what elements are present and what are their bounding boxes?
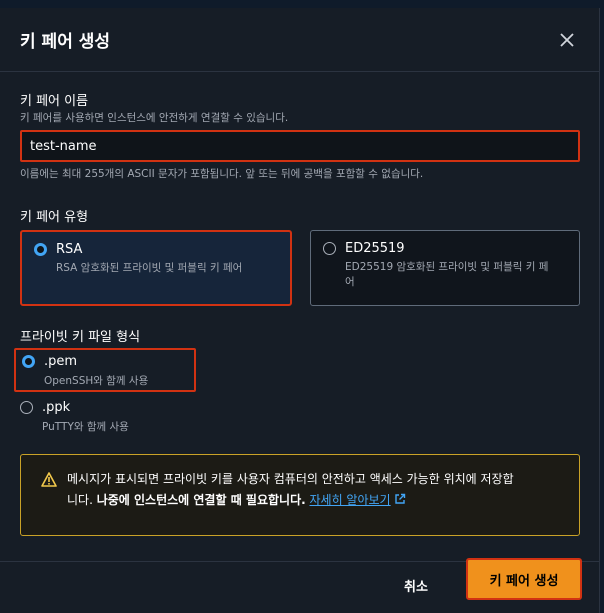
key-type-label: 키 페어 유형 (20, 210, 89, 225)
learn-more-link[interactable]: 자세히 알아보기 (310, 493, 391, 507)
name-description: 키 페어를 사용하면 인스턴스에 안전하게 연결할 수 있습니다. (20, 112, 289, 124)
rsa-title: RSA (56, 242, 83, 257)
ed25519-description: ED25519 암호화된 프라이빗 및 퍼블릭 키 페어 (345, 261, 549, 289)
cancel-button[interactable]: 취소 (404, 576, 428, 595)
warning-text-bold: 나중에 인스턴스에 연결할 때 필요합니다. (96, 493, 306, 507)
create-key-pair-button[interactable]: 키 페어 생성 (466, 558, 582, 600)
key-type-option-rsa[interactable]: RSA RSA 암호화된 프라이빗 및 퍼블릭 키 페어 (20, 230, 292, 306)
rsa-description: RSA 암호화된 프라이빗 및 퍼블릭 키 페어 (56, 262, 243, 274)
pem-title: .pem (44, 354, 78, 369)
file-format-option-pem[interactable]: .pem OpenSSH와 함께 사용 (14, 348, 196, 392)
ppk-title: .ppk (42, 400, 71, 415)
warning-text-prefix: 니다. (67, 493, 97, 507)
create-key-pair-dialog: 키 페어 생성 키 페어 이름 키 페어를 사용하면 인스턴스에 안전하게 연결… (0, 8, 600, 613)
warning-text: 메시지가 표시되면 프라이빗 키를 사용자 컴퓨터의 안전하고 액세스 가능한 … (67, 469, 514, 535)
file-format-label: 프라이빗 키 파일 형식 (20, 330, 141, 345)
name-label: 키 페어 이름 (20, 94, 89, 109)
name-hint: 이름에는 최대 255개의 ASCII 문자가 포함됩니다. 앞 또는 뒤에 공… (20, 168, 424, 180)
warning-alert: 메시지가 표시되면 프라이빗 키를 사용자 컴퓨터의 안전하고 액세스 가능한 … (20, 454, 580, 536)
warning-text-line1: 메시지가 표시되면 프라이빗 키를 사용자 컴퓨터의 안전하고 액세스 가능한 … (67, 472, 514, 486)
file-format-option-ppk[interactable]: .ppk PuTTY와 함께 사용 (20, 400, 220, 440)
warning-icon (41, 472, 57, 535)
radio-ppk[interactable] (20, 401, 33, 414)
key-pair-name-input[interactable] (20, 130, 580, 162)
pem-description: OpenSSH와 함께 사용 (44, 375, 149, 387)
close-icon[interactable] (555, 28, 579, 52)
radio-rsa[interactable] (34, 243, 47, 256)
dialog-title: 키 페어 생성 (20, 32, 111, 52)
radio-ed25519[interactable] (323, 242, 336, 255)
dialog-header: 키 페어 생성 (0, 8, 599, 72)
ed25519-title: ED25519 (345, 241, 405, 256)
ppk-description: PuTTY와 함께 사용 (42, 421, 129, 433)
radio-pem[interactable] (22, 355, 35, 368)
external-link-icon[interactable] (394, 493, 406, 507)
key-type-option-ed25519[interactable]: ED25519 ED25519 암호화된 프라이빗 및 퍼블릭 키 페어 (310, 230, 580, 306)
